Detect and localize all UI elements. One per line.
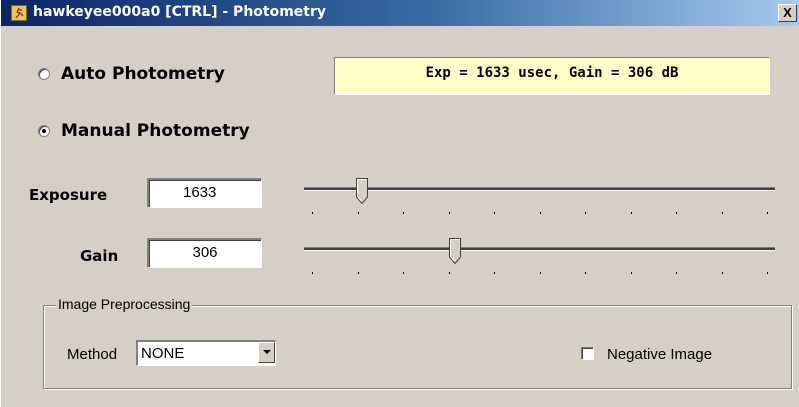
- close-button[interactable]: X: [778, 4, 797, 22]
- auto-photometry-option[interactable]: Auto Photometry: [38, 64, 225, 84]
- slider-tick: [403, 272, 404, 274]
- slider-tick: [312, 212, 313, 214]
- gain-slider[interactable]: [304, 238, 775, 278]
- exposure-slider-thumb[interactable]: [355, 178, 368, 204]
- image-preprocessing-title: Image Preprocessing: [56, 296, 193, 312]
- exposure-slider-track: [304, 187, 775, 191]
- close-icon: X: [783, 5, 792, 20]
- slider-tick: [585, 272, 586, 274]
- slider-tick: [357, 212, 359, 214]
- gain-label: Gain: [80, 247, 119, 265]
- slider-tick: [539, 212, 541, 214]
- method-select-value: NONE: [141, 345, 185, 362]
- slider-tick: [494, 212, 495, 214]
- slider-tick: [630, 272, 632, 274]
- exposure-slider[interactable]: [304, 178, 775, 218]
- title-bar[interactable]: hawkeyee000a0 [CTRL] - Photometry X: [1, 0, 799, 26]
- method-select[interactable]: NONE: [136, 340, 276, 366]
- status-readout: Exp = 1633 usec, Gain = 306 dB: [334, 57, 770, 95]
- slider-tick: [403, 212, 404, 214]
- slider-tick: [448, 272, 450, 274]
- slider-tick: [767, 212, 768, 214]
- method-label: Method: [67, 346, 118, 363]
- auto-photometry-radio[interactable]: [38, 68, 50, 80]
- app-icon: [11, 5, 27, 21]
- gain-input[interactable]: 306: [147, 238, 262, 268]
- auto-photometry-label: Auto Photometry: [61, 64, 225, 84]
- slider-tick: [357, 272, 359, 274]
- slider-tick: [676, 272, 677, 274]
- slider-tick: [494, 272, 495, 274]
- exposure-label: Exposure: [29, 186, 108, 204]
- slider-tick: [721, 272, 723, 274]
- manual-photometry-radio[interactable]: [38, 125, 50, 137]
- window-title: hawkeyee000a0 [CTRL] - Photometry: [33, 4, 327, 20]
- gain-slider-track: [304, 247, 775, 251]
- slider-tick: [767, 272, 768, 274]
- gain-slider-thumb[interactable]: [448, 238, 461, 264]
- slider-tick: [312, 272, 313, 274]
- slider-tick: [448, 212, 450, 214]
- slider-tick: [676, 212, 677, 214]
- slider-tick: [630, 212, 632, 214]
- chevron-down-icon[interactable]: [258, 342, 275, 363]
- slider-tick: [721, 212, 723, 214]
- manual-photometry-option[interactable]: Manual Photometry: [38, 121, 250, 141]
- slider-tick: [585, 212, 586, 214]
- manual-photometry-label: Manual Photometry: [61, 121, 250, 141]
- slider-tick: [539, 272, 541, 274]
- photometry-dialog: hawkeyee000a0 [CTRL] - Photometry X Auto…: [0, 0, 799, 407]
- negative-image-checkbox[interactable]: [581, 347, 594, 360]
- negative-image-label[interactable]: Negative Image: [607, 346, 712, 363]
- exposure-input[interactable]: 1633: [147, 178, 262, 208]
